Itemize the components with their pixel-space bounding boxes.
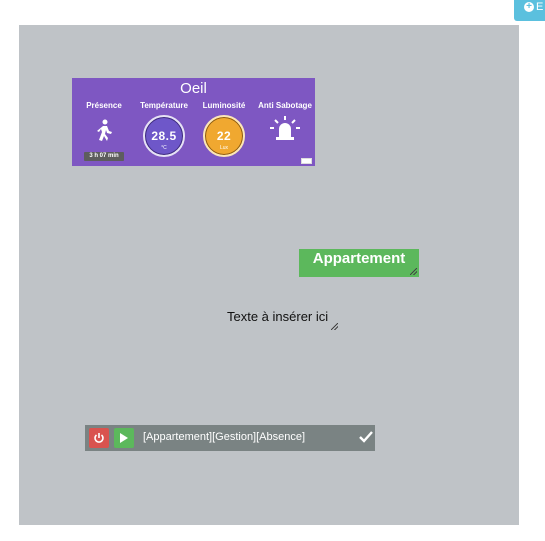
plus-circle-icon: + (524, 2, 534, 12)
luminosity-gauge: 22 Lux (203, 115, 245, 157)
temperature-cell: Température 28.5 °C (134, 101, 194, 157)
resize-handle-icon[interactable] (410, 268, 417, 275)
presence-label: Présence (86, 101, 122, 110)
scenario-widget[interactable]: [Appartement][Gestion][Absence] (85, 425, 375, 451)
play-icon (120, 433, 128, 443)
temperature-value: 28.5 (151, 129, 177, 143)
power-icon (94, 433, 104, 443)
widget-title: Oeil (180, 80, 207, 97)
scenario-name: [Appartement][Gestion][Absence] (143, 431, 306, 443)
battery-icon (301, 158, 312, 164)
temperature-gauge: 28.5 °C (143, 115, 185, 157)
luminosity-cell: Luminosité 22 Lux (194, 101, 254, 157)
stop-scenario-button[interactable] (89, 428, 109, 448)
tamper-label: Anti Sabotage (258, 101, 312, 110)
resize-handle-icon[interactable] (331, 323, 339, 330)
eye-sensor-widget[interactable]: Oeil Présence 3 h 07 min Température 28.… (72, 78, 315, 166)
text-widget[interactable]: Texte à insérer ici (227, 309, 339, 330)
luminosity-unit: Lux (219, 145, 229, 151)
add-button[interactable]: + E (514, 0, 545, 21)
presence-cell: Présence 3 h 07 min (74, 101, 134, 161)
design-canvas[interactable]: Oeil Présence 3 h 07 min Température 28.… (19, 25, 519, 525)
temperature-unit: °C (161, 145, 167, 151)
luminosity-label: Luminosité (202, 101, 246, 110)
apartment-label-text: Appartement (312, 250, 406, 267)
walking-person-icon (97, 119, 112, 141)
temperature-label: Température (140, 101, 188, 110)
presence-duration-badge: 3 h 07 min (84, 152, 124, 161)
check-icon[interactable] (359, 431, 373, 443)
add-button-label: E (536, 1, 544, 13)
tamper-cell: Anti Sabotage (255, 101, 315, 140)
text-widget-content: Texte à insérer ici (227, 309, 329, 324)
luminosity-value: 22 (216, 129, 232, 143)
siren-icon (270, 116, 300, 140)
run-scenario-button[interactable] (114, 428, 134, 448)
apartment-label-widget[interactable]: Appartement (299, 249, 419, 277)
